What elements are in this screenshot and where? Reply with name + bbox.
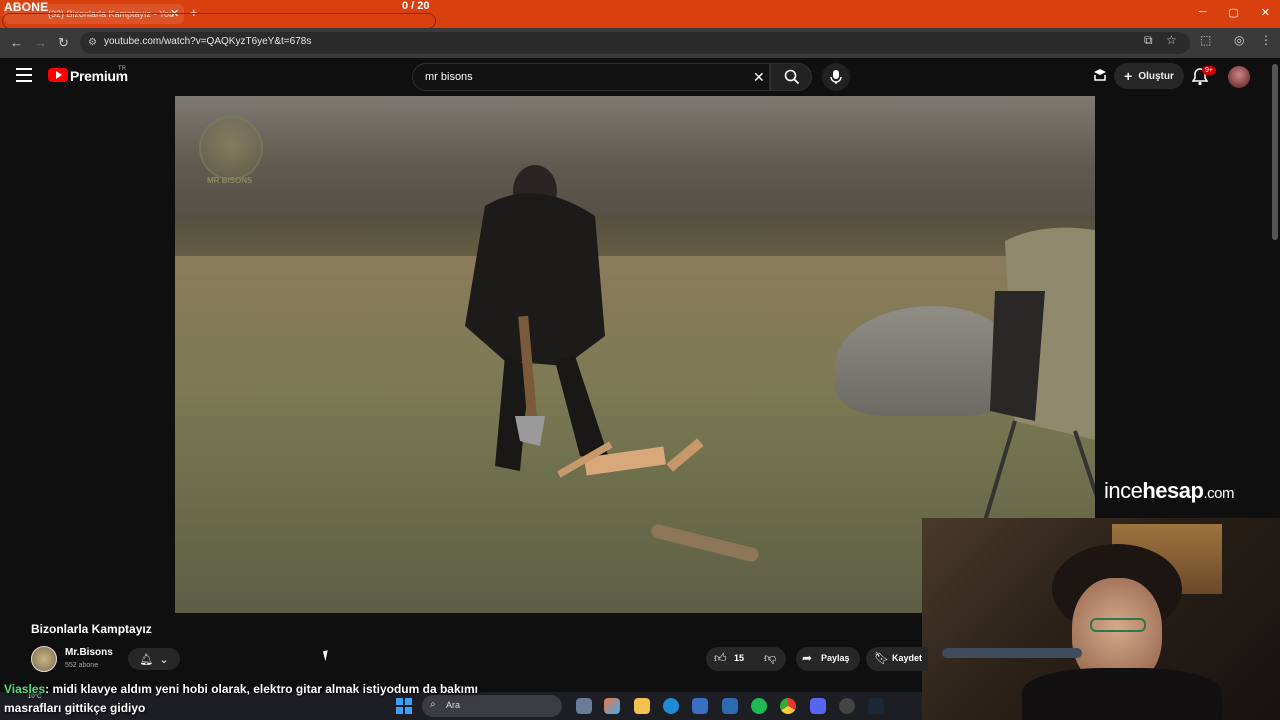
sponsor-logo: incehesap.com: [1104, 478, 1234, 504]
like-dislike-group: 👍︎ 15 👎︎: [706, 647, 786, 671]
search-value: mr bisons: [425, 71, 473, 83]
extensions-icon[interactable]: ⬚: [1200, 33, 1211, 47]
create-button[interactable]: + Oluştur: [1114, 63, 1184, 89]
channel-watermark-logo: [199, 116, 263, 180]
task-view-icon[interactable]: [576, 698, 592, 714]
region-tag: TR: [118, 66, 126, 72]
channel-name[interactable]: Mr.Bisons: [65, 647, 113, 658]
channel-watermark-text: MR BISONS: [207, 176, 253, 185]
subscriber-goal-count: 0 / 20: [402, 0, 430, 12]
sponsor-logo-part-b: hesap: [1142, 478, 1204, 503]
forward-icon[interactable]: →: [34, 35, 47, 50]
url-text: youtube.com/watch?v=QAQKyzT6yeY&t=678s: [104, 36, 312, 47]
browser-tab-bar: (32) Bizonlarla Kamptayız - You ✕ + ABON…: [0, 0, 1280, 29]
share-label: Paylaş: [821, 653, 850, 663]
chat-message: Viasles: midi klavye aldım yeni hobi ola…: [4, 680, 504, 718]
subscriber-goal-bar: [2, 13, 436, 29]
spotify-icon[interactable]: [751, 698, 767, 714]
subscriber-goal-label: ABONE: [4, 0, 49, 14]
youtube-header: Premium TR mr bisons ✕ + Oluştur 9+: [0, 58, 1280, 96]
youtube-logo-icon[interactable]: [48, 68, 68, 82]
steam-icon[interactable]: [868, 698, 884, 714]
subscription-notifications-button[interactable]: 🔔︎ ⌄: [128, 648, 180, 670]
mouse-cursor-icon: [322, 648, 336, 662]
browser-menu-icon[interactable]: ⋮: [1260, 33, 1272, 47]
url-field[interactable]: ⚙ youtube.com/watch?v=QAQKyzT6yeY&t=678s: [80, 32, 1190, 54]
discord-icon[interactable]: [810, 698, 826, 714]
microphone-icon: [830, 70, 842, 84]
window-controls: ─ ▢ ✕: [1199, 6, 1270, 19]
back-icon[interactable]: ←: [10, 35, 23, 50]
create-label: Oluştur: [1138, 70, 1174, 82]
edge-icon[interactable]: [663, 698, 679, 714]
hamburger-menu-icon[interactable]: [16, 68, 32, 82]
bookmark-icon: 🔖︎: [874, 651, 890, 665]
maximize-icon[interactable]: ▢: [1228, 6, 1238, 19]
install-app-icon[interactable]: ⧉: [1144, 33, 1153, 48]
clear-search-icon[interactable]: ✕: [753, 69, 765, 86]
channel-subscriber-count: 552 abone: [65, 662, 99, 669]
share-icon: ➦: [802, 651, 813, 665]
search-icon: [784, 69, 800, 85]
voice-search-button[interactable]: [822, 63, 850, 91]
search-button[interactable]: [770, 63, 812, 91]
site-info-icon[interactable]: ⚙: [88, 37, 97, 48]
bookmark-star-icon[interactable]: ☆: [1166, 33, 1177, 47]
webcam-streamer-torso: [1022, 668, 1222, 720]
man-chopping-wood: [465, 165, 610, 471]
plus-icon: +: [1124, 68, 1133, 84]
save-label: Kaydet: [892, 653, 923, 663]
like-button[interactable]: 👍︎: [714, 651, 727, 666]
store-icon[interactable]: [692, 698, 708, 714]
chrome-icon[interactable]: [780, 698, 796, 714]
like-count: 15: [734, 653, 745, 663]
split-firewood: [557, 438, 704, 478]
chevron-down-icon: ⌄: [159, 653, 169, 666]
channel-avatar[interactable]: [31, 646, 57, 672]
dislike-button[interactable]: 👎︎: [764, 651, 776, 666]
webcam-streamer-glasses: [1090, 618, 1146, 632]
cast-icon[interactable]: [1092, 68, 1108, 84]
page-scrollbar[interactable]: [1272, 64, 1278, 240]
chat-username: Viasles: [4, 682, 46, 696]
camping-chair: [983, 227, 1095, 521]
notification-badge: 9+: [1202, 66, 1216, 75]
sponsor-logo-part-c: .com: [1203, 485, 1234, 502]
chat-text: : midi klavye aldım yeni hobi olarak, el…: [4, 682, 478, 715]
sponsor-logo-part-a: ince: [1104, 478, 1143, 503]
browser-address-bar: ← → ↻ ⚙ youtube.com/watch?v=QAQKyzT6yeY&…: [0, 28, 1280, 58]
streamer-webcam: [922, 518, 1280, 720]
copilot-icon[interactable]: [604, 698, 620, 714]
app-icon[interactable]: [722, 698, 738, 714]
reload-icon[interactable]: ↻: [58, 35, 69, 51]
webcam-microphone-arm: [942, 648, 1082, 658]
save-button[interactable]: 🔖︎ Kaydet: [866, 647, 928, 671]
video-title: Bizonlarla Kamptayız: [31, 622, 152, 636]
obs-icon[interactable]: [839, 698, 855, 714]
search-input[interactable]: mr bisons ✕: [412, 63, 770, 91]
minimize-icon[interactable]: ─: [1199, 6, 1207, 19]
bell-icon: 🔔︎: [139, 653, 154, 666]
share-button[interactable]: ➦ Paylaş: [796, 647, 860, 671]
profile-icon[interactable]: ◎: [1234, 33, 1244, 47]
file-explorer-icon[interactable]: [634, 698, 650, 714]
account-avatar[interactable]: [1228, 66, 1250, 88]
close-icon[interactable]: ✕: [1261, 6, 1270, 19]
